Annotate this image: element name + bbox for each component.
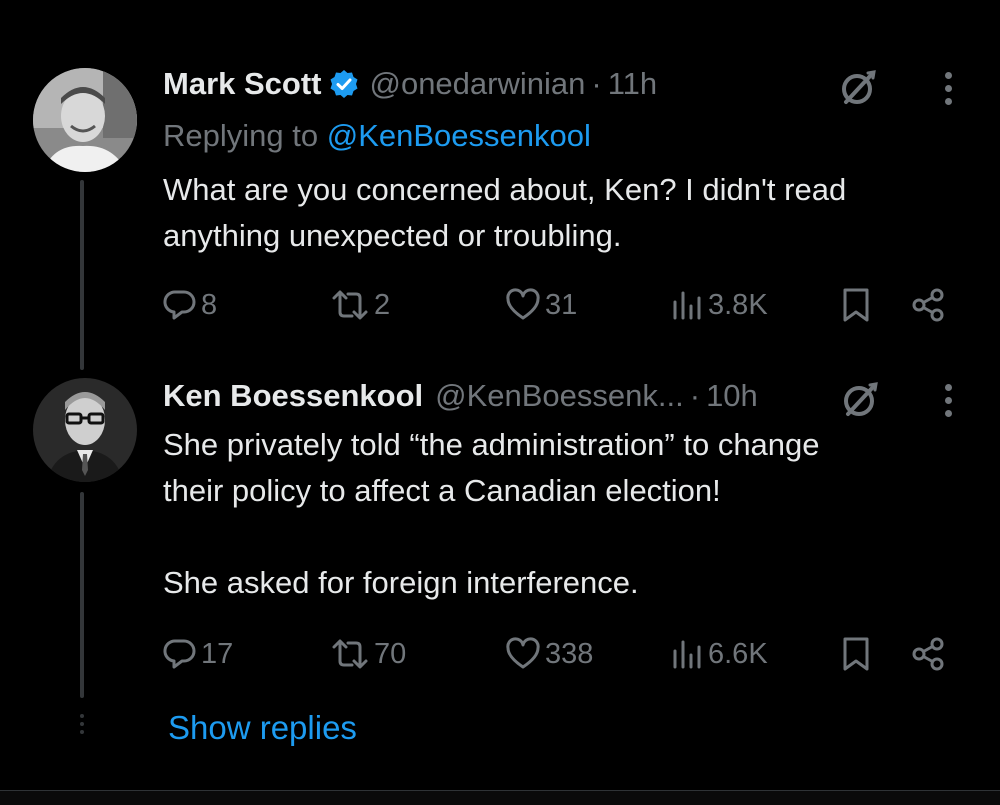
views-button[interactable]: 6.6K: [670, 637, 768, 671]
reply-icon: [163, 290, 196, 320]
reply-button[interactable]: 8: [163, 288, 217, 322]
grok-icon[interactable]: [840, 380, 880, 420]
avatar-mark-scott[interactable]: [33, 68, 137, 172]
repost-count: 70: [374, 638, 407, 670]
like-icon: [506, 288, 540, 320]
more-options-icon[interactable]: [943, 72, 953, 108]
tweet-text: What are you concerned about, Ken? I did…: [163, 172, 847, 253]
tweet-header: Ken Boessenkool @KenBoessenk... · 10h: [163, 378, 758, 414]
replying-to-label: Replying to: [163, 118, 319, 153]
tweet-text: She privately told “the administration” …: [163, 427, 820, 600]
repost-icon: [332, 639, 368, 669]
thread-connector-line: [80, 180, 84, 370]
author-name[interactable]: Mark Scott: [163, 66, 321, 102]
views-count: 3.8K: [708, 289, 768, 321]
share-icon[interactable]: [910, 636, 946, 672]
like-count: 338: [545, 638, 594, 670]
like-button[interactable]: 31: [505, 288, 577, 322]
reply-thread: Mark Scott @onedarwinian · 11h Replying …: [0, 0, 1000, 790]
bookmark-icon[interactable]: [840, 287, 872, 323]
bookmark-icon[interactable]: [840, 636, 872, 672]
share-icon[interactable]: [910, 287, 946, 323]
repost-count: 2: [374, 289, 391, 321]
show-replies-link[interactable]: Show replies: [168, 708, 357, 748]
timestamp[interactable]: 10h: [706, 378, 758, 414]
author-handle[interactable]: @onedarwinian: [369, 66, 585, 102]
reply-button[interactable]: 17: [163, 637, 233, 671]
separator-dot: ·: [591, 66, 602, 101]
repost-button[interactable]: 2: [330, 288, 390, 322]
views-button[interactable]: 3.8K: [670, 288, 768, 322]
like-button[interactable]: 338: [505, 637, 593, 671]
avatar-ken-boessenkool[interactable]: [33, 378, 137, 482]
replying-to-mention[interactable]: @KenBoessenkool: [327, 118, 591, 153]
grok-icon[interactable]: [838, 68, 878, 108]
thread-connector-line: [80, 492, 84, 698]
reply-count: 17: [201, 638, 234, 670]
views-icon: [673, 291, 701, 320]
like-icon: [506, 637, 540, 669]
timestamp[interactable]: 11h: [608, 66, 657, 102]
more-options-icon[interactable]: [943, 384, 953, 420]
separator-dot: ·: [689, 378, 701, 413]
author-handle[interactable]: @KenBoessenk...: [435, 378, 684, 414]
reply-count: 8: [201, 289, 218, 321]
views-count: 6.6K: [708, 638, 768, 670]
repost-icon: [332, 290, 368, 320]
author-name[interactable]: Ken Boessenkool: [163, 378, 423, 414]
thread-continuation-dots: [80, 714, 84, 738]
views-icon: [673, 640, 701, 669]
reply-icon: [163, 639, 196, 669]
verified-badge-icon: [330, 70, 358, 98]
repost-button[interactable]: 70: [330, 637, 406, 671]
like-count: 31: [545, 289, 578, 321]
bottom-divider: [0, 790, 1000, 805]
replying-to-line: Replying to @KenBoessenkool: [163, 118, 591, 154]
tweet-header: Mark Scott @onedarwinian · 11h: [163, 66, 657, 102]
